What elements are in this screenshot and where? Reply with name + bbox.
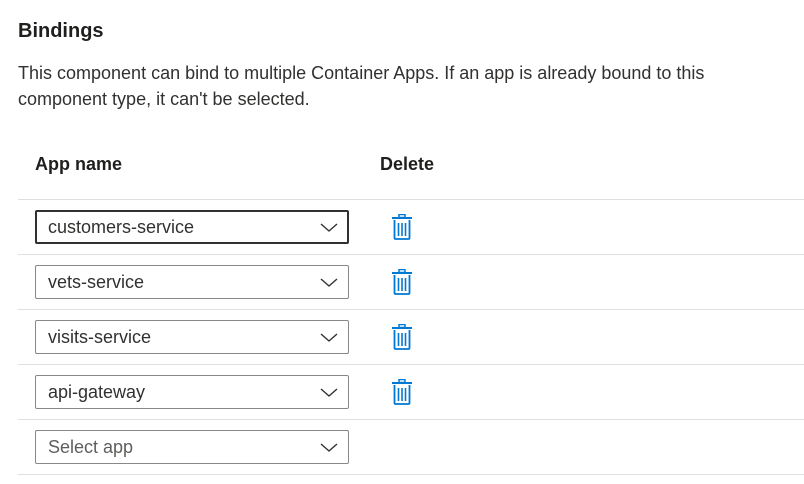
table-row: api-gateway [18,365,804,420]
app-dropdown[interactable]: vets-service [35,265,349,299]
table-row: visits-service [18,310,804,365]
section-description: This component can bind to multiple Cont… [18,63,705,109]
delete-button[interactable] [388,377,416,407]
trash-icon [392,214,412,240]
app-dropdown[interactable]: customers-service [35,210,349,244]
delete-button[interactable] [388,212,416,242]
bindings-table: App name Delete customers-service vets-s… [18,144,804,475]
table-row-new: Select app [18,420,804,475]
table-header-row: App name Delete [18,144,804,200]
column-header-delete: Delete [380,154,435,174]
section-title: Bindings [18,20,104,42]
table-row: customers-service [18,200,804,255]
trash-icon [392,324,412,350]
app-dropdown[interactable]: api-gateway [35,375,349,409]
delete-button[interactable] [388,322,416,352]
app-dropdown[interactable]: visits-service [35,320,349,354]
chevron-down-icon [320,278,338,287]
column-header-app-name: App name [35,154,123,174]
dropdown-value: visits-service [48,327,152,347]
trash-icon [392,269,412,295]
delete-button[interactable] [388,267,416,297]
trash-icon [392,379,412,405]
dropdown-value: api-gateway [48,382,146,402]
chevron-down-icon [320,223,338,232]
table-row: vets-service [18,255,804,310]
chevron-down-icon [320,443,338,452]
dropdown-placeholder: Select app [48,437,134,457]
dropdown-value: vets-service [48,272,145,292]
chevron-down-icon [320,388,338,397]
select-app-dropdown[interactable]: Select app [35,430,349,464]
chevron-down-icon [320,333,338,342]
dropdown-value: customers-service [48,217,195,237]
